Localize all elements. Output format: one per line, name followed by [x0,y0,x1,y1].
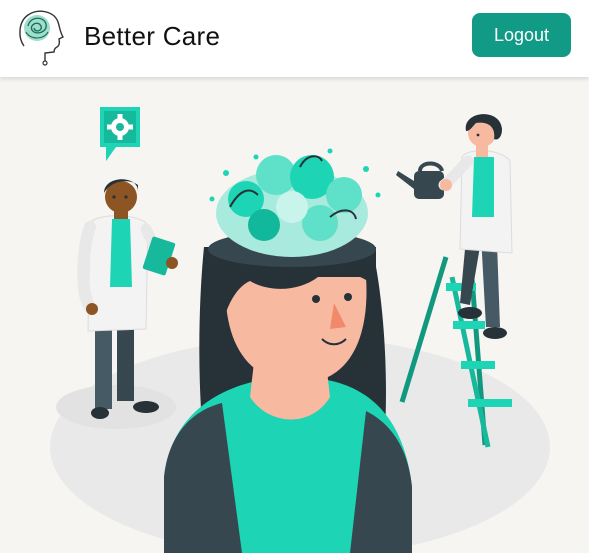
logout-button[interactable]: Logout [472,13,571,57]
watering-can-icon [396,161,444,199]
brand-link[interactable]: Better Care [14,6,220,66]
navbar: Better Care Logout [0,0,589,77]
woman-with-garden-brain [164,148,412,553]
gear-speech-bubble [100,107,140,161]
mental-health-care-illustration [50,107,550,553]
hero-illustration-area [0,77,589,553]
doctor-right-figure [396,114,513,339]
brand-name: Better Care [84,20,221,51]
head-brain-logo-icon [19,10,64,66]
